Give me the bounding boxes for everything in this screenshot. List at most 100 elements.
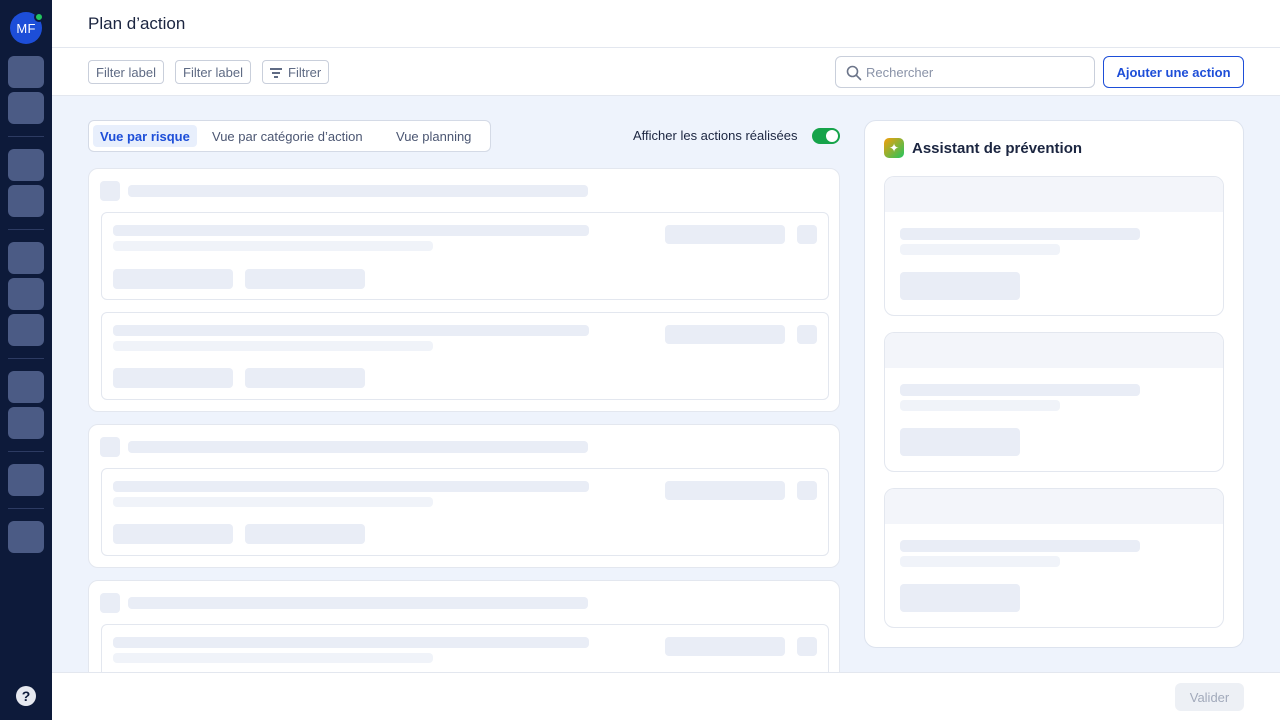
skeleton-chip bbox=[245, 368, 365, 388]
skeleton-line bbox=[113, 653, 433, 663]
page-footer: Valider bbox=[52, 672, 1280, 720]
sidebar-divider bbox=[8, 358, 44, 359]
sidebar-divider bbox=[8, 136, 44, 137]
app: MF ? Plan d’action Filter label Filter l… bbox=[0, 0, 1280, 720]
search-box bbox=[835, 56, 1095, 88]
main-content: Vue par risque Vue par catégorie d’actio… bbox=[52, 96, 1280, 672]
search-icon bbox=[846, 65, 862, 81]
validate-button[interactable]: Valider bbox=[1175, 683, 1244, 711]
skeleton-line bbox=[128, 597, 588, 609]
page-title: Plan d’action bbox=[88, 14, 186, 33]
action-item-loading bbox=[101, 212, 829, 300]
skeleton-icon bbox=[100, 593, 120, 613]
skeleton-line bbox=[113, 325, 589, 336]
skeleton-badge bbox=[665, 637, 785, 656]
skeleton-line bbox=[900, 400, 1060, 411]
risk-group-card-loading bbox=[88, 580, 840, 672]
action-item-loading bbox=[101, 624, 829, 672]
sidebar-nav-item-8[interactable] bbox=[8, 371, 44, 403]
show-completed-toggle[interactable] bbox=[812, 128, 840, 144]
filter-button[interactable]: Filtrer bbox=[262, 60, 330, 84]
sidebar-nav-item-7[interactable] bbox=[8, 314, 44, 346]
avatar-initials: MF bbox=[16, 20, 36, 36]
skeleton-line bbox=[128, 441, 588, 453]
sidebar-nav-item-4[interactable] bbox=[8, 185, 44, 217]
filter-icon bbox=[270, 67, 282, 78]
sidebar-nav-item-10[interactable] bbox=[8, 464, 44, 496]
skeleton-header bbox=[885, 333, 1223, 368]
prevention-assistant-panel: ✦ Assistant de prévention bbox=[864, 120, 1244, 648]
risk-group-card-loading bbox=[88, 168, 840, 412]
assistant-suggestion-loading bbox=[884, 332, 1224, 472]
filter-chip-2[interactable]: Filter label bbox=[175, 60, 251, 84]
skeleton-header bbox=[885, 177, 1223, 212]
filter-button-label: Filtrer bbox=[288, 64, 322, 80]
skeleton-chip bbox=[113, 269, 233, 289]
skeleton-badge bbox=[665, 325, 785, 344]
sparkle-icon: ✦ bbox=[884, 138, 904, 158]
filter-chip-1[interactable]: Filter label bbox=[88, 60, 164, 84]
filter-chip-label: Filter label bbox=[183, 64, 243, 80]
skeleton-button bbox=[900, 272, 1020, 300]
sidebar-nav-item-5[interactable] bbox=[8, 242, 44, 274]
skeleton-line bbox=[900, 244, 1060, 255]
sidebar-divider bbox=[8, 508, 44, 509]
skeleton-icon bbox=[797, 325, 817, 344]
skeleton-line bbox=[113, 341, 433, 351]
skeleton-line bbox=[900, 228, 1140, 240]
skeleton-line bbox=[113, 637, 589, 648]
skeleton-badge bbox=[665, 481, 785, 500]
skeleton-line bbox=[113, 241, 433, 251]
sidebar: MF ? bbox=[0, 0, 52, 720]
skeleton-icon bbox=[797, 481, 817, 500]
view-tabs: Vue par risque Vue par catégorie d’actio… bbox=[88, 120, 491, 152]
tab-vue-par-risque[interactable]: Vue par risque bbox=[93, 125, 197, 147]
skeleton-badge bbox=[665, 225, 785, 244]
tab-vue-par-categorie[interactable]: Vue par catégorie d’action bbox=[205, 125, 370, 147]
assistant-suggestion-loading bbox=[884, 488, 1224, 628]
help-icon[interactable]: ? bbox=[16, 686, 36, 706]
sidebar-nav-item-6[interactable] bbox=[8, 278, 44, 310]
action-item-loading bbox=[101, 312, 829, 400]
help-glyph: ? bbox=[21, 688, 31, 704]
assistant-suggestion-loading bbox=[884, 176, 1224, 316]
skeleton-icon bbox=[100, 437, 120, 457]
tab-label: Vue par risque bbox=[100, 128, 190, 144]
skeleton-line bbox=[900, 540, 1140, 552]
skeleton-line bbox=[113, 497, 433, 507]
skeleton-button bbox=[900, 584, 1020, 612]
tab-label: Vue par catégorie d’action bbox=[212, 128, 363, 144]
skeleton-line bbox=[113, 225, 589, 236]
show-completed-label: Afficher les actions réalisées bbox=[633, 128, 798, 143]
sidebar-nav-item-1[interactable] bbox=[8, 56, 44, 88]
sidebar-divider bbox=[8, 451, 44, 452]
filter-chip-label: Filter label bbox=[96, 64, 156, 80]
skeleton-line bbox=[900, 556, 1060, 567]
skeleton-line bbox=[128, 185, 588, 197]
risk-group-card-loading bbox=[88, 424, 840, 568]
search-input[interactable] bbox=[866, 57, 1086, 87]
skeleton-icon bbox=[797, 637, 817, 656]
add-action-button[interactable]: Ajouter une action bbox=[1103, 56, 1244, 88]
online-status-indicator bbox=[34, 12, 44, 22]
skeleton-line bbox=[113, 481, 589, 492]
sidebar-nav-item-3[interactable] bbox=[8, 149, 44, 181]
skeleton-chip bbox=[245, 524, 365, 544]
skeleton-line bbox=[900, 384, 1140, 396]
validate-button-label: Valider bbox=[1189, 689, 1230, 705]
action-item-loading bbox=[101, 468, 829, 556]
sidebar-nav-item-9[interactable] bbox=[8, 407, 44, 439]
skeleton-chip bbox=[113, 524, 233, 544]
tab-label: Vue planning bbox=[396, 128, 472, 144]
skeleton-icon bbox=[797, 225, 817, 244]
sidebar-nav-item-2[interactable] bbox=[8, 92, 44, 124]
skeleton-chip bbox=[245, 269, 365, 289]
sidebar-divider bbox=[8, 229, 44, 230]
tab-vue-planning[interactable]: Vue planning bbox=[389, 125, 478, 147]
page-header: Plan d’action bbox=[52, 0, 1280, 48]
skeleton-button bbox=[900, 428, 1020, 456]
sidebar-nav-item-11[interactable] bbox=[8, 521, 44, 553]
toolbar: Filter label Filter label Filtrer Ajoute… bbox=[52, 48, 1280, 96]
skeleton-icon bbox=[100, 181, 120, 201]
add-action-button-label: Ajouter une action bbox=[1116, 64, 1231, 80]
